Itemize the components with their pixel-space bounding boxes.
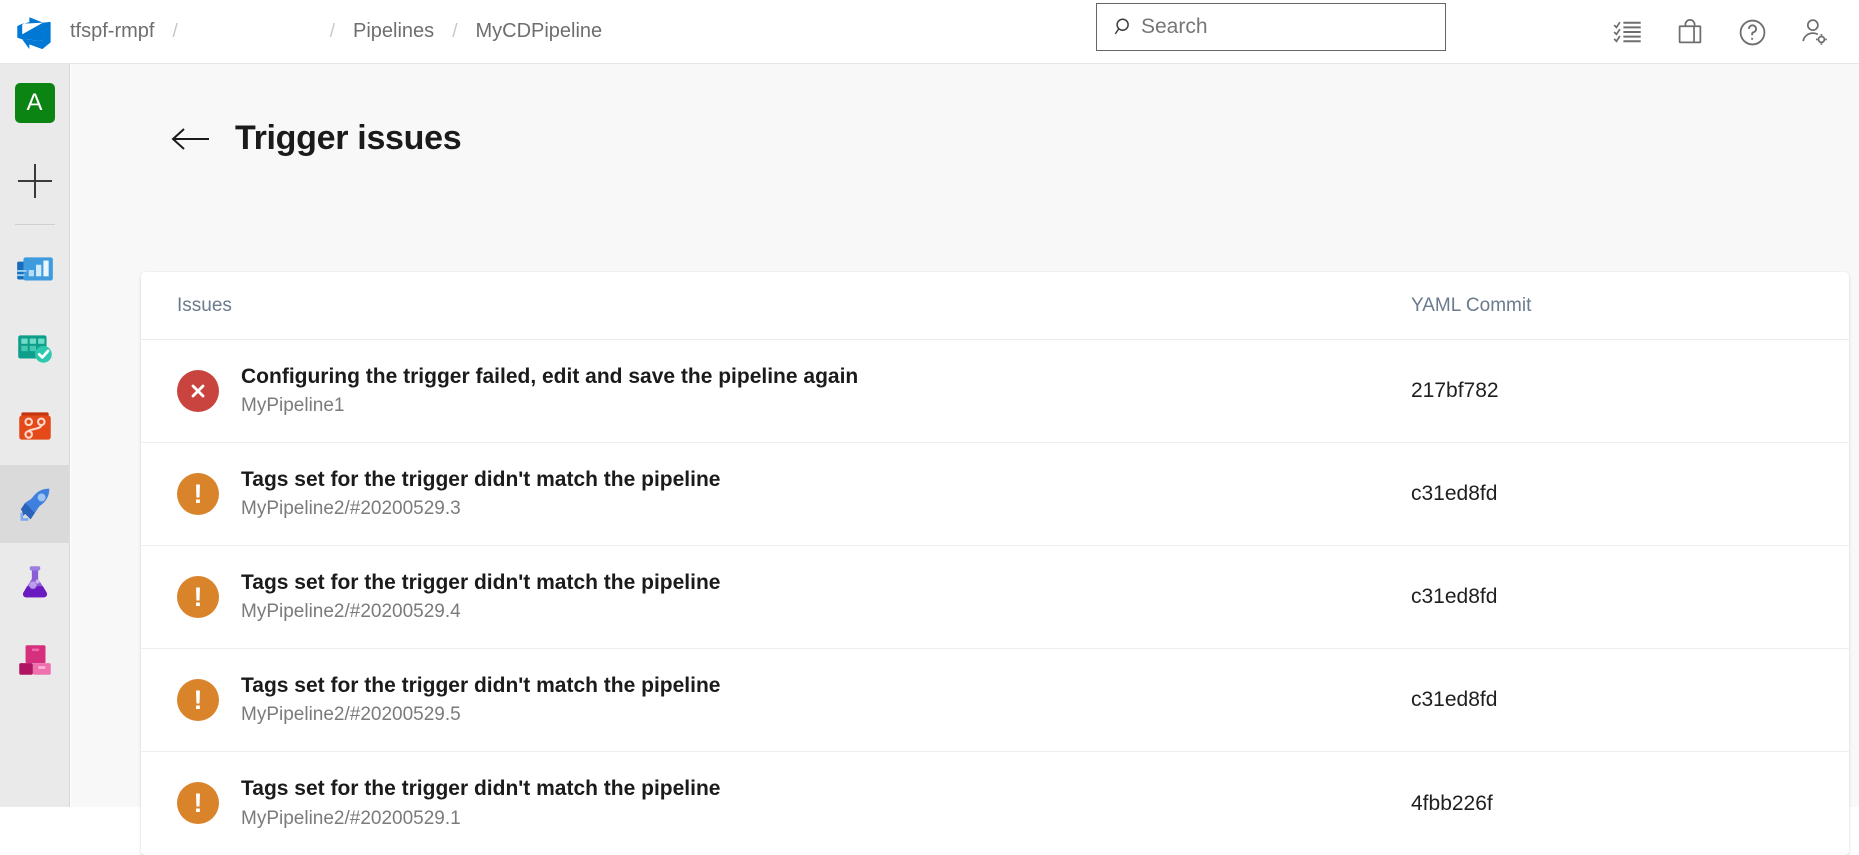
issue-cell: ! Tags set for the trigger didn't match … bbox=[177, 776, 1411, 830]
issue-text: Tags set for the trigger didn't match th… bbox=[241, 570, 720, 624]
breadcrumb-separator: / bbox=[436, 21, 473, 43]
exclamation-glyph: ! bbox=[194, 473, 203, 515]
help-icon[interactable] bbox=[1721, 0, 1783, 64]
sidebar-item-repos[interactable] bbox=[0, 387, 70, 465]
azure-devops-logo-icon bbox=[15, 13, 53, 51]
issue-title: Tags set for the trigger didn't match th… bbox=[241, 570, 720, 596]
yaml-commit-cell: 4fbb226f bbox=[1411, 792, 1813, 816]
table-row[interactable]: ! Tags set for the trigger didn't match … bbox=[141, 649, 1849, 752]
exclamation-glyph: ! bbox=[194, 782, 203, 824]
top-bar: tfspf-rmpf / / Pipelines / MyCDPipeline bbox=[0, 0, 1859, 64]
breadcrumb: tfspf-rmpf / / Pipelines / MyCDPipeline bbox=[68, 0, 604, 64]
exclamation-glyph: ! bbox=[194, 576, 203, 618]
column-header-yaml-commit: YAML Commit bbox=[1411, 295, 1813, 317]
issue-subtitle: MyPipeline2/#20200529.3 bbox=[241, 498, 720, 521]
test-plans-icon bbox=[14, 561, 56, 603]
issue-cell: Configuring the trigger failed, edit and… bbox=[177, 364, 1411, 418]
warning-icon: ! bbox=[177, 679, 219, 721]
issue-subtitle: MyPipeline2/#20200529.5 bbox=[241, 704, 720, 727]
issue-cell: ! Tags set for the trigger didn't match … bbox=[177, 467, 1411, 521]
left-rail: A bbox=[0, 64, 70, 807]
error-icon bbox=[177, 370, 219, 412]
warning-icon: ! bbox=[177, 576, 219, 618]
shopping-bag-icon[interactable] bbox=[1659, 0, 1721, 64]
search-input[interactable] bbox=[1141, 15, 1421, 39]
issue-text: Tags set for the trigger didn't match th… bbox=[241, 776, 720, 830]
azure-devops-logo[interactable] bbox=[0, 0, 68, 64]
repos-icon bbox=[14, 405, 56, 447]
breadcrumb-item-mycdpipeline[interactable]: MyCDPipeline bbox=[473, 20, 604, 43]
user-settings-icon[interactable] bbox=[1783, 0, 1845, 64]
back-arrow-icon[interactable] bbox=[171, 122, 213, 156]
breadcrumb-item-pipelines[interactable]: Pipelines bbox=[351, 20, 436, 43]
issue-title: Tags set for the trigger didn't match th… bbox=[241, 673, 720, 699]
issue-title: Tags set for the trigger didn't match th… bbox=[241, 776, 720, 802]
yaml-commit-cell: c31ed8fd bbox=[1411, 585, 1813, 609]
exclamation-glyph: ! bbox=[194, 679, 203, 721]
issue-text: Tags set for the trigger didn't match th… bbox=[241, 673, 720, 727]
page-title: Trigger issues bbox=[235, 119, 461, 158]
main-content: Trigger issues Issues YAML Commit Config… bbox=[71, 64, 1859, 807]
issue-title: Configuring the trigger failed, edit and… bbox=[241, 364, 858, 390]
sidebar-item-pipelines[interactable] bbox=[0, 465, 70, 543]
pipelines-icon bbox=[13, 482, 57, 526]
sidebar-item-boards[interactable] bbox=[0, 309, 70, 387]
issue-title: Tags set for the trigger didn't match th… bbox=[241, 467, 720, 493]
warning-icon: ! bbox=[177, 473, 219, 515]
table-row[interactable]: ! Tags set for the trigger didn't match … bbox=[141, 443, 1849, 546]
table-row[interactable]: ! Tags set for the trigger didn't match … bbox=[141, 752, 1849, 855]
rail-divider bbox=[15, 224, 55, 225]
overview-icon bbox=[14, 249, 56, 291]
sidebar-item-test-plans[interactable] bbox=[0, 543, 70, 621]
page-header: Trigger issues bbox=[71, 64, 1859, 158]
issues-card: Issues YAML Commit Configuring the trigg… bbox=[141, 272, 1849, 855]
search-icon bbox=[1107, 16, 1141, 38]
breadcrumb-item-organization[interactable]: tfspf-rmpf bbox=[68, 20, 156, 43]
column-header-issues: Issues bbox=[177, 295, 1411, 317]
issue-text: Tags set for the trigger didn't match th… bbox=[241, 467, 720, 521]
sidebar-item-new[interactable] bbox=[0, 142, 70, 220]
yaml-commit-cell: c31ed8fd bbox=[1411, 482, 1813, 506]
plus-icon bbox=[18, 164, 52, 198]
search-box[interactable] bbox=[1096, 3, 1446, 51]
artifacts-icon bbox=[14, 639, 56, 681]
yaml-commit-cell: 217bf782 bbox=[1411, 379, 1813, 403]
table-row[interactable]: ! Tags set for the trigger didn't match … bbox=[141, 546, 1849, 649]
table-row[interactable]: Configuring the trigger failed, edit and… bbox=[141, 340, 1849, 443]
boards-icon bbox=[14, 327, 56, 369]
issue-subtitle: MyPipeline1 bbox=[241, 395, 858, 418]
sidebar-item-avatar[interactable]: A bbox=[0, 64, 70, 142]
checklist-icon[interactable] bbox=[1597, 0, 1659, 64]
breadcrumb-separator: / bbox=[156, 21, 193, 43]
issue-subtitle: MyPipeline2/#20200529.1 bbox=[241, 808, 720, 831]
sidebar-item-artifacts[interactable] bbox=[0, 621, 70, 699]
breadcrumb-separator: / bbox=[314, 21, 351, 43]
issue-cell: ! Tags set for the trigger didn't match … bbox=[177, 673, 1411, 727]
avatar: A bbox=[15, 83, 55, 123]
sidebar-item-overview[interactable] bbox=[0, 231, 70, 309]
table-header: Issues YAML Commit bbox=[141, 272, 1849, 340]
issue-subtitle: MyPipeline2/#20200529.4 bbox=[241, 601, 720, 624]
issue-text: Configuring the trigger failed, edit and… bbox=[241, 364, 858, 418]
issue-cell: ! Tags set for the trigger didn't match … bbox=[177, 570, 1411, 624]
yaml-commit-cell: c31ed8fd bbox=[1411, 688, 1813, 712]
top-bar-actions bbox=[1597, 0, 1845, 64]
warning-icon: ! bbox=[177, 782, 219, 824]
